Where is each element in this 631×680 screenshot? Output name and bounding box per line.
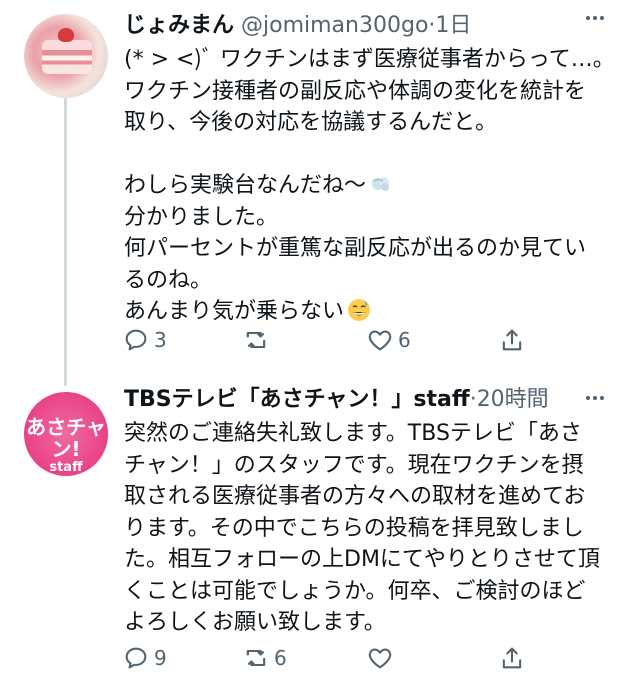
share-button[interactable] [498,642,526,674]
text-line: あんまり気が乗らない [124,299,345,324]
display-name[interactable]: じょみまん [124,13,234,38]
retweet-button[interactable]: 6 [242,642,287,674]
text-line: わしら実験台なんだね〜 [124,173,367,198]
more-icon[interactable] [583,6,607,30]
tweet-actions: 3 6 [122,324,531,356]
avatar[interactable]: あさチャン! staff [24,392,108,476]
text-line: ります。その中でこちらの投稿を拝見致しまし [124,515,584,541]
tweet-tbs-asachan[interactable]: あさチャン! staff TBSテレビ「あさチャン！」staff·20時間 突然… [0,380,631,680]
dash-emoji-icon [372,177,390,191]
timestamp[interactable]: 1日 [435,13,471,38]
tweet-jomiman[interactable]: じょみまん @jomiman300go·1日 (* > <)ﾞ ワクチンはまず医… [0,0,631,380]
timestamp[interactable]: 20時間 [477,387,549,412]
tweet-header: TBSテレビ「あさチャン！」staff·20時間 [124,386,607,414]
text-line: (* > <)ﾞ ワクチンはまず医療従事者からって…。 [124,47,615,72]
separator-dot: · [469,387,477,412]
text-line: 突然のご連絡失礼致します。TBSテレビ「あさ [124,421,582,446]
text-line: ワクチン接種者の副反応や体調の変化を統計を [124,78,587,104]
user-handle[interactable]: @jomiman300go [241,13,428,38]
text-line: よろしくお願い致します。 [124,610,386,635]
reply-count: 9 [154,646,167,670]
text-line: くことは可能でしょうか。何卒、ご検討のほど [124,578,586,604]
tweet-text: 突然のご連絡失礼致します。TBSテレビ「あさ チャン！」のスタッフです。現在ワク… [124,418,619,639]
strawberry-image [58,28,74,42]
retweet-count: 6 [274,646,287,670]
reply-icon [125,329,147,351]
display-name[interactable]: TBSテレビ「あさチャン！」staff [124,387,470,412]
retweet-icon [246,331,266,349]
text-line: るのね。 [124,267,213,293]
text-line: 分かりました。 [124,204,279,230]
retweet-button[interactable] [242,324,274,356]
sweat-smile-emoji-icon [348,299,371,321]
reply-count: 3 [154,328,167,352]
reply-button[interactable]: 9 [122,642,167,674]
share-icon [502,647,522,669]
more-icon[interactable] [583,386,607,410]
avatar-logo: あさチャン! staff [24,416,108,475]
avatar-logo-subtext: staff [49,460,83,475]
avatar-logo-text: あさチャン! [26,415,106,461]
tweet-text: (* > <)ﾞ ワクチンはまず医療従事者からって…。 ワクチン接種者の副反応や… [124,44,619,328]
like-count: 6 [398,328,411,352]
cake-image [42,40,92,74]
tweet-header: じょみまん @jomiman300go·1日 [124,12,607,40]
heart-icon [368,648,392,669]
like-button[interactable] [366,642,398,674]
reply-button[interactable]: 3 [122,324,167,356]
text-line: チャン！」のスタッフです。現在ワクチンを摂 [124,452,584,478]
heart-icon [368,330,392,351]
share-button[interactable] [498,324,526,356]
retweet-icon [246,649,266,667]
reply-icon [125,647,147,669]
text-line: 何パーセントが重篤な副反応が出るのか見てい [124,236,587,261]
tweet-actions: 9 6 [122,642,531,674]
text-line: た。相互フォローの上DMにてやりとりさせて頂 [124,547,600,572]
like-button[interactable]: 6 [366,324,411,356]
text-line: 取り、今後の対応を協議するんだと。 [124,110,498,135]
text-line: 取される医療従事者の方々への取材を進めてお [124,484,586,509]
share-icon [502,329,522,351]
avatar[interactable] [24,14,108,98]
